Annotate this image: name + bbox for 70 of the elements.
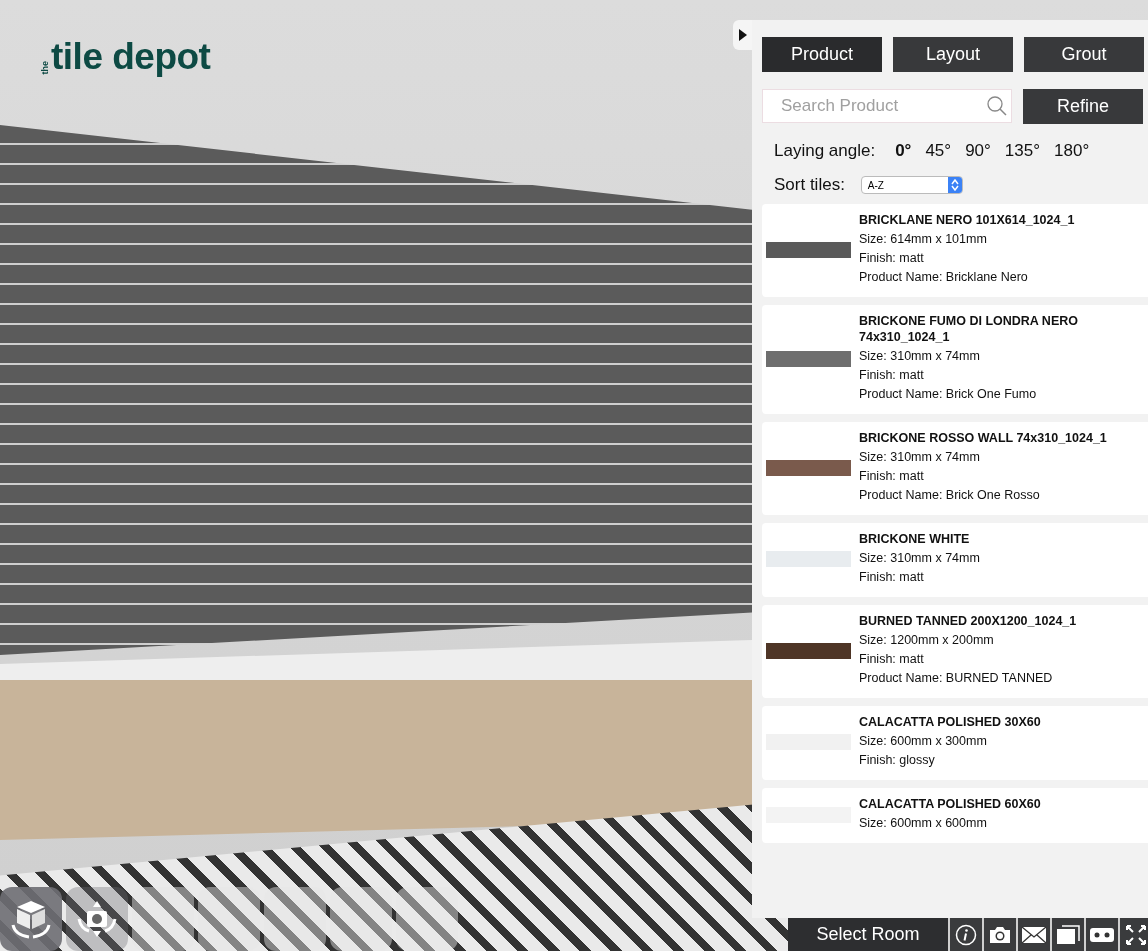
tile-detail: Finish: matt bbox=[859, 250, 925, 267]
tile-detail: Size: 614mm x 101mm bbox=[859, 231, 988, 248]
tile-detail: Product Name: Brick One Fumo bbox=[859, 386, 1038, 403]
email-button[interactable] bbox=[1018, 918, 1050, 951]
room-thumbnail[interactable] bbox=[132, 887, 194, 951]
tile-card[interactable]: CALACATTA POLISHED 60X60 Size: 600mm x 600mm bbox=[762, 788, 1148, 843]
tile-name: CALACATTA POLISHED 60X60 bbox=[859, 796, 1042, 812]
room-thumbnail[interactable] bbox=[198, 887, 260, 951]
tile-card[interactable]: BURNED TANNED 200X1200_1024_1 Size: 1200mm x 200mm Finish: matt Product Name: BURNED TANNED bbox=[762, 605, 1148, 698]
tile-detail: Size: 310mm x 74mm bbox=[859, 348, 981, 365]
select-room-button[interactable]: Select Room bbox=[788, 918, 948, 951]
tile-name: CALACATTA POLISHED 30X60 bbox=[859, 714, 1042, 730]
tab[interactable]: Product bbox=[762, 37, 882, 72]
tile-card[interactable]: BRICKLANE NERO 101X614_1024_1 Size: 614mm x 101mm Finish: matt Product Name: Bricklane Nero bbox=[762, 204, 1148, 297]
room-thumbnail[interactable] bbox=[396, 887, 458, 951]
tile-name: BRICKONE WHITE bbox=[859, 531, 971, 547]
tile-detail: Size: 310mm x 74mm bbox=[859, 449, 981, 466]
room-thumbnail[interactable] bbox=[264, 887, 326, 951]
laying-angle-label: Laying angle: bbox=[774, 141, 876, 161]
tile-detail: Size: 600mm x 600mm bbox=[859, 815, 988, 832]
logo-text: tile depot bbox=[51, 36, 211, 78]
tile-name: BRICKLANE NERO 101X614_1024_1 bbox=[859, 212, 1076, 228]
tile-card[interactable]: BRICKONE FUMO DI LONDRA NERO 74x310_1024_1 Size: 310mm x 74mm Finish: matt Product Name: Brick One Fumo bbox=[762, 305, 1148, 414]
angle-option[interactable]: 90° bbox=[959, 141, 997, 161]
tile-name: BURNED TANNED 200X1200_1024_1 bbox=[859, 613, 1078, 629]
info-button[interactable] bbox=[950, 918, 982, 951]
angle-option[interactable]: 45° bbox=[919, 141, 958, 161]
refine-button[interactable]: Refine bbox=[1023, 89, 1143, 124]
tile-detail: Finish: matt bbox=[859, 569, 925, 586]
rotate-view-button[interactable] bbox=[0, 887, 62, 951]
tile-detail: Product Name: BURNED TANNED bbox=[859, 670, 1054, 687]
vr-headset-icon bbox=[1089, 925, 1115, 944]
angle-option[interactable]: 135° bbox=[998, 141, 1046, 161]
overlapping-squares-icon bbox=[1056, 924, 1080, 945]
tile-detail: Finish: glossy bbox=[859, 752, 936, 769]
info-icon bbox=[955, 923, 977, 946]
tile-name: BRICKONE FUMO DI LONDRA NERO 74x310_1024_1 bbox=[859, 313, 1079, 345]
tab[interactable]: Grout bbox=[1024, 37, 1144, 72]
search-icon bbox=[986, 95, 1008, 117]
panel-toggle[interactable] bbox=[733, 20, 752, 50]
angle-option[interactable]: 0° bbox=[889, 141, 918, 161]
screenshot-button[interactable] bbox=[984, 918, 1016, 951]
tile-detail: Product Name: Bricklane Nero bbox=[859, 269, 1029, 286]
tile-card[interactable]: CALACATTA POLISHED 30X60 Size: 600mm x 300mm Finish: glossy bbox=[762, 706, 1148, 780]
collapse-arrow-icon bbox=[738, 29, 747, 41]
vr-button[interactable] bbox=[1086, 918, 1118, 951]
tile-detail: Finish: matt bbox=[859, 367, 925, 384]
sort-dropdown[interactable]: A-Z bbox=[860, 176, 963, 194]
fullscreen-icon bbox=[1126, 924, 1146, 945]
tile-detail: Finish: matt bbox=[859, 651, 925, 668]
sort-tiles-label: Sort tiles: bbox=[774, 175, 845, 195]
room-thumbnail[interactable] bbox=[330, 887, 392, 951]
compare-button[interactable] bbox=[1052, 918, 1084, 951]
tile-detail: Product Name: Brick One Rosso bbox=[859, 487, 1041, 504]
rotate-camera-button[interactable] bbox=[66, 887, 128, 951]
search-field[interactable]: Search Product bbox=[762, 89, 1012, 123]
tile-detail: Finish: matt bbox=[859, 468, 925, 485]
fullscreen-button[interactable] bbox=[1120, 918, 1148, 951]
stepper-icon bbox=[950, 179, 959, 191]
tile-detail: Size: 600mm x 300mm bbox=[859, 733, 988, 750]
angle-option[interactable]: 180° bbox=[1048, 141, 1096, 161]
tile-detail: Size: 1200mm x 200mm bbox=[859, 632, 995, 649]
envelope-icon bbox=[1021, 924, 1047, 945]
tab[interactable]: Layout bbox=[893, 37, 1013, 72]
tile-detail: Size: 310mm x 74mm bbox=[859, 550, 981, 567]
logo-small-text: the bbox=[40, 60, 50, 74]
camera-icon bbox=[988, 924, 1012, 945]
tile-card[interactable]: BRICKONE WHITE Size: 310mm x 74mm Finish: matt bbox=[762, 523, 1148, 597]
tile-name: BRICKONE ROSSO WALL 74x310_1024_1 bbox=[859, 430, 1108, 446]
tile-card[interactable]: BRICKONE ROSSO WALL 74x310_1024_1 Size: 310mm x 74mm Finish: matt Product Name: Brick One Rosso bbox=[762, 422, 1148, 515]
